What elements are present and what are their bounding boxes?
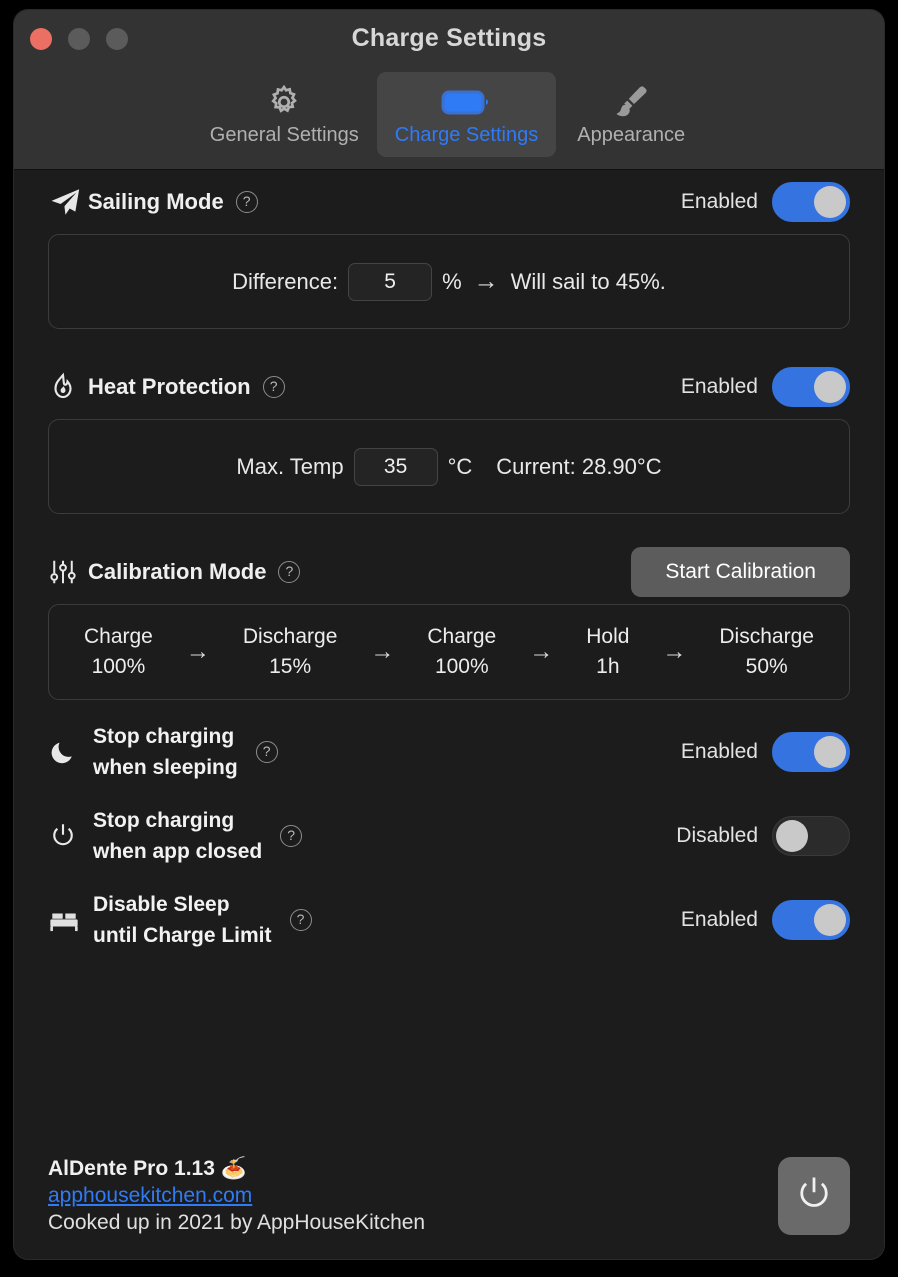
sailing-mode-title: Sailing Mode xyxy=(88,189,224,214)
paintbrush-icon xyxy=(611,82,651,122)
max-temp-label: Max. Temp xyxy=(236,453,344,479)
tab-charge-settings-label: Charge Settings xyxy=(394,124,539,146)
row-label-line1: Stop charging xyxy=(93,808,235,832)
heat-protection-panel: Max. Temp 35 °C Current: 28.90°C xyxy=(48,419,850,514)
heat-protection-header: Heat Protection ? Enabled xyxy=(48,355,850,419)
arrow-right-icon: → xyxy=(662,638,687,665)
row-label-line1: Disable Sleep xyxy=(93,892,230,916)
celsius-unit: °C xyxy=(447,453,473,479)
step-value: 100% xyxy=(91,655,146,678)
arrow-right-icon: → xyxy=(370,638,395,665)
tab-bar: General Settings Charge Settings Appeara… xyxy=(14,72,884,157)
calibration-step: Charge 100% xyxy=(427,622,496,683)
calibration-mode-header: Calibration Mode ? Start Calibration xyxy=(48,540,850,604)
calibration-step: Discharge 15% xyxy=(243,622,338,683)
help-icon[interactable]: ? xyxy=(280,825,303,847)
row-label-line1: Stop charging xyxy=(93,724,235,748)
battery-icon xyxy=(441,82,491,122)
flame-icon xyxy=(48,370,88,404)
stop-charging-when-sleeping-toggle[interactable] xyxy=(772,732,850,772)
stop-charging-when-app-closed-row[interactable]: Stop charging when app closed ? Disabled xyxy=(48,794,850,878)
sailing-mode-state: Enabled xyxy=(680,190,758,213)
calibration-mode-title: Calibration Mode xyxy=(88,559,267,584)
step-name: Hold xyxy=(586,624,630,648)
step-value: 50% xyxy=(745,655,788,678)
step-name: Charge xyxy=(427,624,497,648)
disable-sleep-until-charge-limit-row[interactable]: Disable Sleep until Charge Limit ? Enabl… xyxy=(48,878,850,962)
sail-result-text: Will sail to 45%. xyxy=(510,268,666,294)
tab-general-settings-label: General Settings xyxy=(209,124,359,146)
start-calibration-button[interactable]: Start Calibration xyxy=(631,547,850,597)
sliders-icon xyxy=(48,557,88,587)
percent-unit: % xyxy=(442,268,462,294)
row-label: Stop charging when app closed xyxy=(93,805,262,868)
row-label-line2: until Charge Limit xyxy=(93,924,272,947)
app-version-label: AlDente Pro 1.13 🍝 xyxy=(48,1157,247,1180)
help-icon[interactable]: ? xyxy=(262,376,285,398)
stop-charging-when-sleeping-row[interactable]: Stop charging when sleeping ? Enabled xyxy=(48,710,850,794)
difference-input[interactable]: 5 xyxy=(348,262,433,301)
calibration-step: Charge 100% xyxy=(84,622,153,683)
stop-charging-when-app-closed-toggle[interactable] xyxy=(772,816,850,856)
app-window: Charge Settings General Settings Charge … xyxy=(14,10,884,1259)
difference-label: Difference: xyxy=(232,268,339,294)
row-label-line2: when app closed xyxy=(93,840,263,863)
arrow-right-icon: → xyxy=(473,267,499,295)
row-state: Disabled xyxy=(676,824,758,847)
heat-protection-toggle[interactable] xyxy=(772,367,850,407)
help-icon[interactable]: ? xyxy=(289,909,312,931)
row-label-line2: when sleeping xyxy=(93,756,238,779)
window-title: Charge Settings xyxy=(351,24,547,52)
row-label: Stop charging when sleeping xyxy=(93,721,238,784)
power-icon xyxy=(793,1173,835,1220)
max-temp-input[interactable]: 35 xyxy=(353,447,438,486)
sailing-mode-header: Sailing Mode ? Enabled xyxy=(48,170,850,234)
step-name: Discharge xyxy=(719,624,814,648)
calibration-step: Discharge 50% xyxy=(719,622,814,683)
tab-appearance-label: Appearance xyxy=(577,124,686,146)
arrow-right-icon: → xyxy=(529,638,554,665)
quit-app-button[interactable] xyxy=(778,1157,850,1235)
step-value: 100% xyxy=(434,655,489,678)
step-name: Discharge xyxy=(242,624,338,648)
current-temp-text: Current: 28.90°C xyxy=(496,453,662,479)
sailing-mode-toggle[interactable] xyxy=(772,182,850,222)
bed-icon xyxy=(48,907,93,933)
website-link[interactable]: apphousekitchen.com xyxy=(48,1184,425,1208)
heat-protection-title: Heat Protection xyxy=(88,374,251,399)
power-icon xyxy=(48,821,93,851)
paper-plane-icon xyxy=(48,185,88,219)
step-name: Charge xyxy=(83,624,153,648)
tab-appearance[interactable]: Appearance xyxy=(556,72,706,157)
settings-body: Sailing Mode ? Enabled Difference: 5 % →… xyxy=(14,170,884,1259)
calibration-step: Hold 1h xyxy=(586,622,629,683)
sailing-mode-panel: Difference: 5 % → Will sail to 45%. xyxy=(48,234,850,329)
help-icon[interactable]: ? xyxy=(235,191,258,213)
calibration-steps-panel: Charge 100% → Discharge 15% → Charge 100… xyxy=(48,604,850,700)
row-label: Disable Sleep until Charge Limit xyxy=(93,889,272,952)
tab-charge-settings[interactable]: Charge Settings xyxy=(376,72,557,157)
disable-sleep-until-charge-limit-toggle[interactable] xyxy=(772,900,850,940)
arrow-right-icon: → xyxy=(185,638,210,665)
moon-icon xyxy=(48,737,93,767)
row-state: Enabled xyxy=(680,740,758,763)
credits-label: Cooked up in 2021 by AppHouseKitchen xyxy=(48,1211,426,1234)
step-value: 15% xyxy=(269,655,312,678)
help-icon[interactable]: ? xyxy=(255,741,278,763)
heat-protection-state: Enabled xyxy=(680,375,758,398)
tab-general-settings[interactable]: General Settings xyxy=(192,72,377,157)
help-icon[interactable]: ? xyxy=(278,561,301,583)
gear-icon xyxy=(265,82,303,122)
footer-text: AlDente Pro 1.13 🍝 apphousekitchen.com C… xyxy=(48,1157,425,1235)
row-state: Enabled xyxy=(680,908,758,931)
step-value: 1h xyxy=(596,655,620,678)
title-bar: Charge Settings General Settings Charge … xyxy=(14,10,884,170)
footer: AlDente Pro 1.13 🍝 apphousekitchen.com C… xyxy=(48,1157,850,1235)
